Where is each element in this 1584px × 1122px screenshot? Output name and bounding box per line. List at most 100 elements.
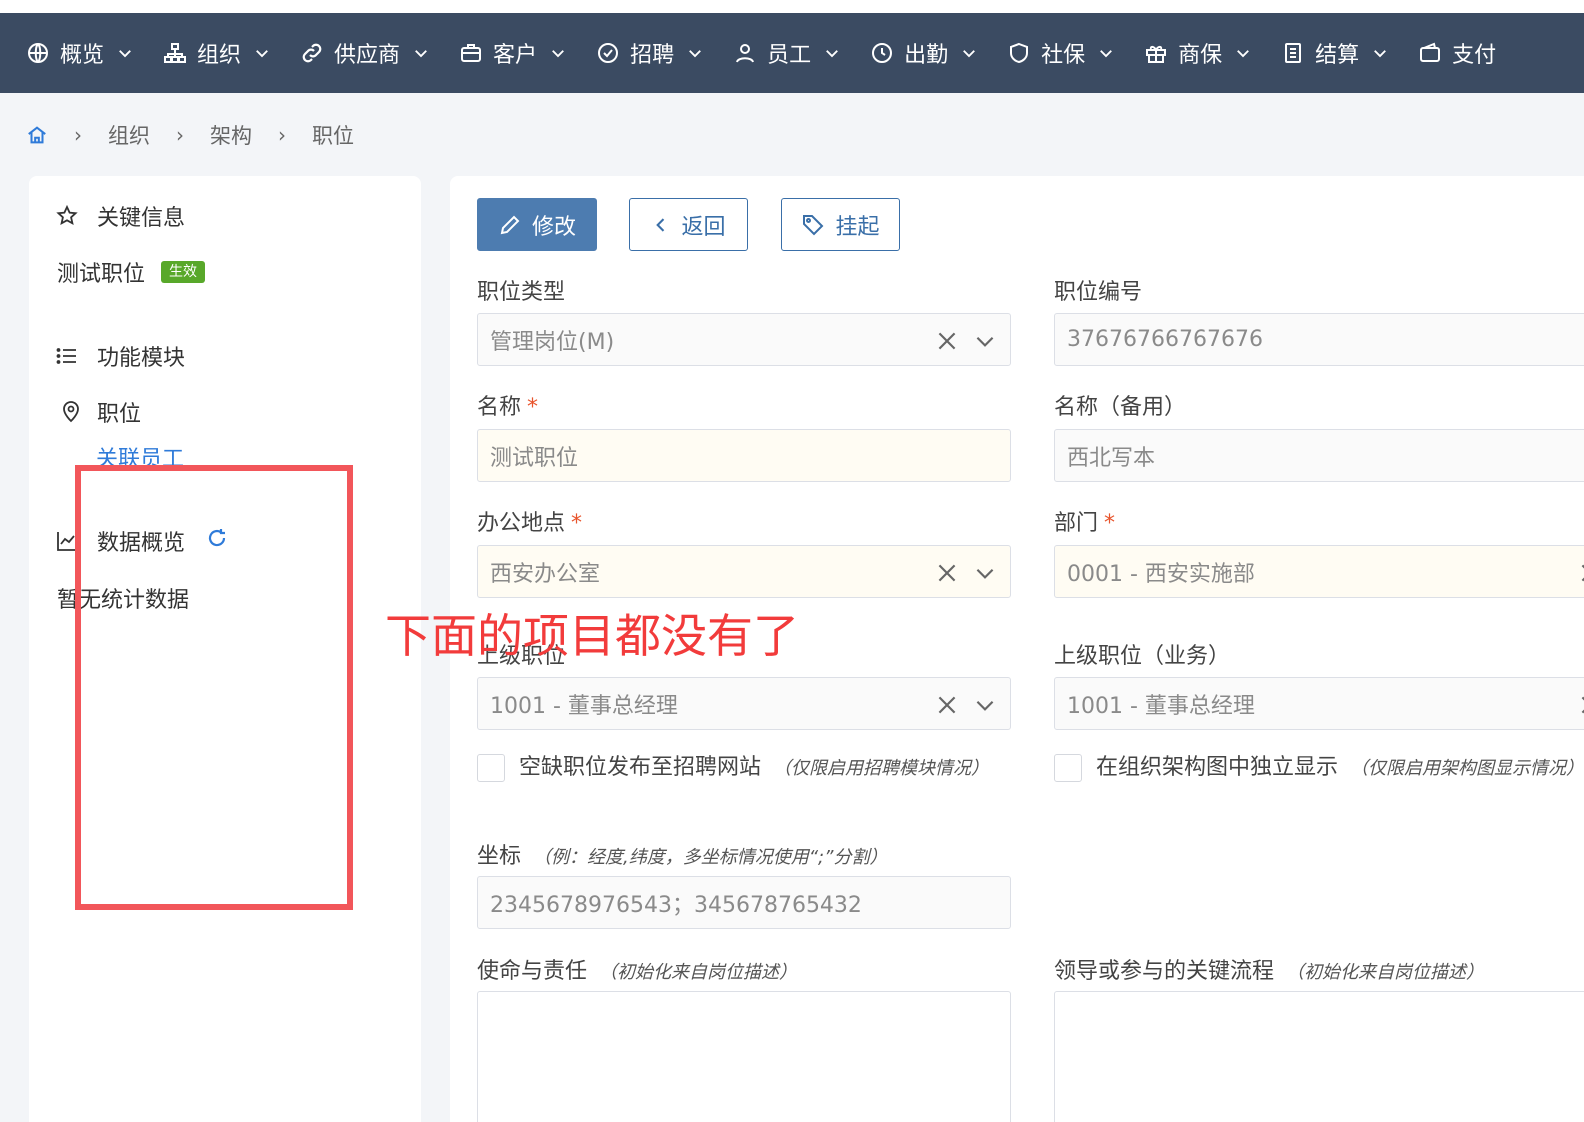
nav-label: 结算 (1315, 43, 1360, 68)
chevron-down-icon (415, 50, 427, 58)
top-navbar: 概览 组织 供应商 客户 招聘 员工 出勤 社保 商保 结算 支付 (0, 13, 1584, 93)
pencil-icon (500, 215, 520, 234)
nav-label: 支付 (1452, 43, 1497, 68)
edit-button[interactable]: 修改 (477, 198, 597, 251)
key-process-textarea[interactable] (1054, 991, 1584, 1122)
key-info-heading: 关键信息 (55, 200, 185, 232)
nav-customer[interactable]: 客户 (459, 13, 567, 93)
department-label: 部门 * (1054, 511, 1116, 536)
coords-label: 坐标 （例：经度,纬度，多坐标情况使用“;”分割） (477, 844, 888, 869)
nav-label: 社保 (1041, 43, 1086, 68)
org-chart-icon (164, 43, 187, 63)
nav-commercial-insurance[interactable]: 商保 (1144, 13, 1252, 93)
department-select[interactable]: 0001 - 西安实施部 (1054, 545, 1584, 598)
annotation-red-box (75, 465, 353, 910)
nav-overview[interactable]: 概览 (26, 13, 134, 93)
key-process-label: 领导或参与的关键流程 （初始化来自岗位描述） (1054, 959, 1485, 984)
close-icon[interactable] (1577, 560, 1584, 586)
breadcrumb-structure[interactable]: 架构 (210, 120, 252, 150)
home-icon[interactable] (26, 124, 48, 146)
office-select[interactable]: 西安办公室 (477, 545, 1011, 598)
chevron-down-icon (552, 50, 564, 58)
nav-label: 概览 (60, 43, 105, 68)
office-label: 办公地点 * (477, 511, 583, 536)
chevron-down-icon[interactable] (972, 692, 998, 718)
breadcrumb-separator: › (74, 123, 82, 147)
parent-position-biz-value: 1001 - 董事总经理 (1067, 693, 1255, 719)
sidebar-item-label: 职位 (97, 402, 142, 427)
tag-icon (803, 214, 824, 235)
mission-label: 使命与责任 （初始化来自岗位描述） (477, 959, 798, 984)
show-in-chart-option: 在组织架构图中独立显示 （仅限启用架构图显示情况） (1054, 752, 1584, 785)
nav-payment[interactable]: 支付 (1418, 13, 1496, 93)
list-icon (56, 348, 76, 364)
document-icon (1285, 43, 1302, 63)
breadcrumb-separator: › (278, 123, 286, 147)
chevron-down-icon (1374, 50, 1387, 58)
breadcrumb-position: 职位 (312, 124, 354, 148)
position-name-row: 测试职位 生效 (57, 256, 206, 288)
location-pin-icon (63, 401, 79, 423)
nav-label: 供应商 (334, 43, 401, 68)
chevron-down-icon[interactable] (972, 328, 998, 354)
top-strip (0, 0, 1584, 13)
name-input[interactable]: 测试职位 (477, 429, 1011, 482)
chevron-down-icon[interactable] (972, 560, 998, 586)
parent-position-biz-label: 上级职位（业务） (1054, 644, 1231, 669)
user-icon (736, 44, 755, 63)
nav-attendance[interactable]: 出勤 (870, 13, 978, 93)
back-button[interactable]: 返回 (629, 198, 748, 251)
parent-position-select[interactable]: 1001 - 董事总经理 (477, 677, 1011, 730)
position-code-value: 37676766767676 (1067, 327, 1263, 352)
name-alt-input[interactable]: 西北写本 (1054, 429, 1584, 482)
shield-icon (1010, 42, 1029, 64)
globe-icon (28, 43, 48, 63)
close-icon[interactable] (934, 692, 960, 718)
nav-supplier[interactable]: 供应商 (300, 13, 430, 93)
position-code-input[interactable]: 37676766767676 (1054, 313, 1584, 366)
sidebar-item-position[interactable]: 职位 (59, 396, 141, 428)
publish-vacancy-checkbox[interactable] (477, 754, 505, 782)
nav-settlement[interactable]: 结算 (1281, 13, 1389, 93)
check-badge-icon (598, 43, 619, 63)
close-icon[interactable] (1577, 692, 1584, 718)
name-label: 名称 * (477, 395, 539, 420)
chevron-down-icon (826, 50, 839, 58)
status-badge: 生效 (161, 261, 206, 283)
gift-icon (1146, 45, 1167, 63)
publish-vacancy-label: 空缺职位发布至招聘网站 (519, 755, 762, 780)
chevron-down-icon (1237, 50, 1250, 58)
nav-label: 商保 (1178, 43, 1223, 68)
mission-textarea[interactable] (477, 991, 1011, 1122)
position-type-select[interactable]: 管理岗位(M) (477, 313, 1011, 366)
nav-social-insurance[interactable]: 社保 (1007, 13, 1115, 93)
nav-label: 出勤 (904, 43, 949, 68)
link-icon (302, 43, 322, 63)
chevron-down-icon (256, 50, 268, 58)
suspend-button[interactable]: 挂起 (781, 198, 900, 251)
chevron-down-icon (1100, 50, 1113, 58)
nav-organization[interactable]: 组织 (163, 13, 271, 93)
position-type-value: 管理岗位(M) (490, 329, 615, 355)
parent-position-biz-select[interactable]: 1001 - 董事总经理 (1054, 677, 1584, 730)
department-value: 0001 - 西安实施部 (1067, 561, 1255, 587)
name-value: 测试职位 (490, 445, 579, 471)
close-icon[interactable] (934, 560, 960, 586)
nav-recruit[interactable]: 招聘 (596, 13, 704, 93)
name-alt-label: 名称（备用） (1054, 395, 1187, 420)
close-icon[interactable] (934, 328, 960, 354)
nav-label: 员工 (767, 43, 812, 68)
briefcase-icon (461, 44, 482, 62)
chevron-down-icon (119, 50, 131, 58)
parent-position-value: 1001 - 董事总经理 (490, 693, 678, 719)
chevron-down-icon (963, 50, 976, 58)
nav-employee[interactable]: 员工 (733, 13, 841, 93)
publish-vacancy-hint: （仅限启用招聘模块情况） (773, 758, 990, 779)
breadcrumb: › 组织 › 架构 › 职位 (26, 118, 354, 152)
breadcrumb-organization[interactable]: 组织 (108, 120, 150, 150)
nav-label: 组织 (197, 43, 242, 68)
star-icon (56, 204, 78, 226)
show-in-chart-checkbox[interactable] (1054, 754, 1082, 782)
modules-title: 功能模块 (97, 346, 186, 371)
coords-input[interactable]: 2345678976543；345678765432 (477, 876, 1011, 929)
